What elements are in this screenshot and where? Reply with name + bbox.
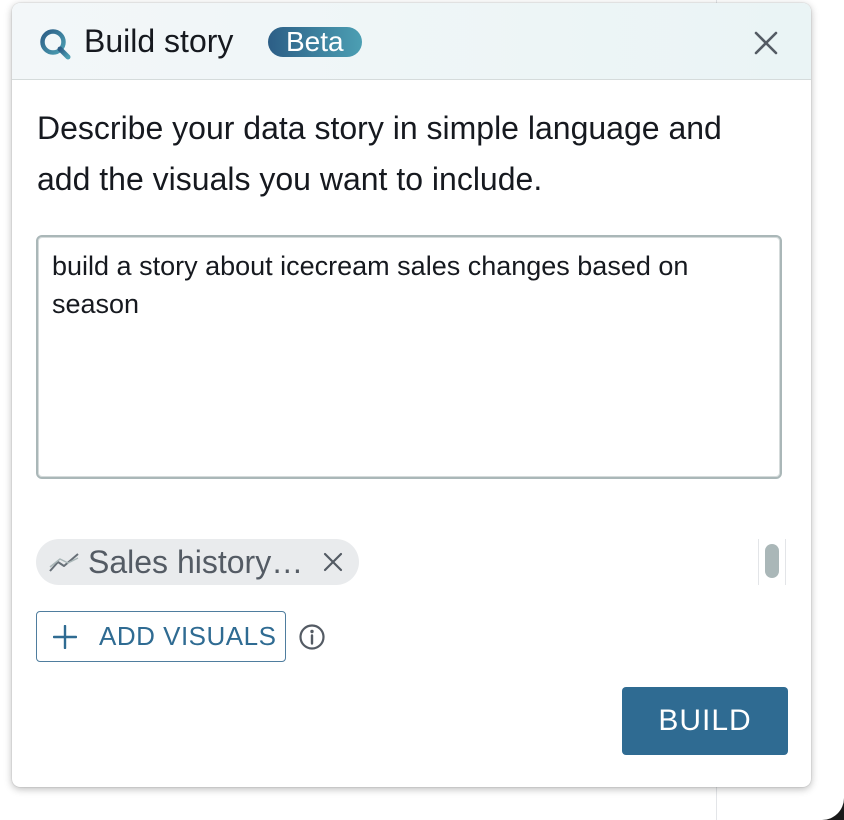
visuals-scrollbar[interactable] (758, 539, 786, 585)
info-icon[interactable] (298, 623, 326, 651)
search-icon (40, 29, 71, 60)
beta-badge: Beta (268, 27, 362, 57)
build-button[interactable]: BUILD (622, 687, 788, 755)
panel-header: Build story Beta (12, 3, 811, 80)
panel-title: Build story (84, 23, 234, 59)
plus-icon (53, 624, 77, 649)
instructions-text: Describe your data story in simple langu… (37, 110, 722, 197)
story-prompt-input[interactable]: build a story about icecream sales chang… (36, 235, 782, 479)
visual-chip-label: Sales history… (88, 543, 304, 580)
build-story-panel: Build story Beta Describe your data stor… (12, 3, 811, 787)
close-icon[interactable] (321, 550, 345, 574)
scrollbar-thumb[interactable] (765, 544, 779, 578)
visual-chip: Sales history… (36, 539, 360, 585)
window-corner (804, 780, 844, 820)
add-visuals-button[interactable]: ADD VISUALS (36, 611, 286, 662)
line-chart-icon (49, 553, 79, 572)
add-visuals-label: ADD VISUALS (99, 621, 277, 651)
close-icon[interactable] (750, 27, 782, 59)
